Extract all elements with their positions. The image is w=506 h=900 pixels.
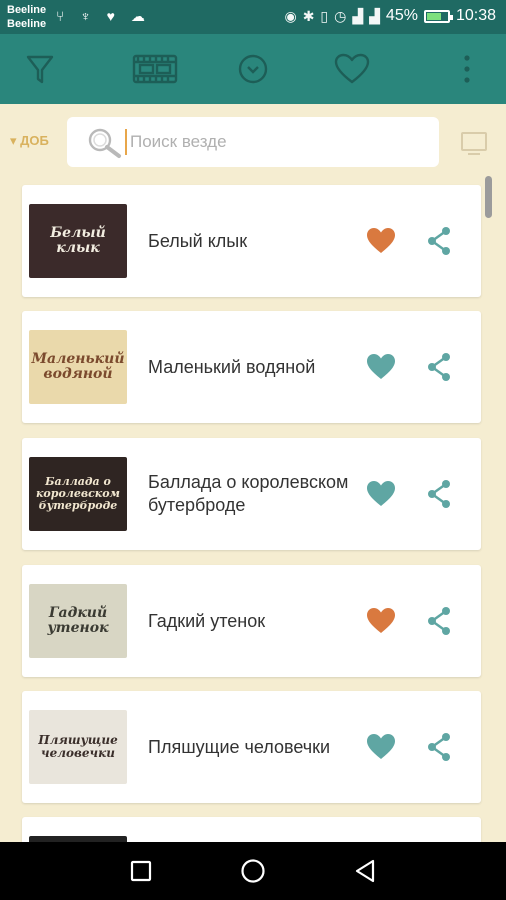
list-item[interactable]: Пляшущие человечки Пляшущие человечки (22, 691, 481, 803)
list-item[interactable]: Гадкий утенок Гадкий утенок (22, 565, 481, 677)
filmstrip-tab[interactable] (120, 34, 190, 104)
home-button[interactable] (213, 842, 293, 900)
back-button[interactable] (325, 842, 405, 900)
clock-time: 10:38 (455, 7, 496, 24)
search-input[interactable] (125, 129, 425, 155)
favorite-heart-icon[interactable] (366, 480, 396, 508)
battery-percent: 45% (385, 7, 418, 24)
cartoon-thumbnail: Баллада о королевском бутерброде (29, 457, 127, 531)
cartoon-title: Пляшущие человечки (148, 736, 331, 757)
carrier-2: Beeline (7, 18, 47, 30)
history-tab[interactable] (218, 34, 288, 104)
cartoon-thumbnail: Гадкий утенок (29, 584, 127, 658)
carrier-1: Beeline (7, 4, 47, 16)
bluetooth-icon: ✱ (302, 7, 315, 24)
cartoon-title: Маленький водяной (148, 356, 316, 377)
carrier-labels: Beeline Beeline (7, 3, 46, 31)
back-triangle-icon (355, 859, 375, 883)
list-item[interactable]: Белый клык Белый клык (22, 185, 481, 297)
filter-icon (26, 55, 54, 84)
share-icon[interactable] (425, 351, 453, 383)
filter-button[interactable] (5, 34, 75, 104)
scrollbar[interactable] (485, 176, 492, 218)
filmstrip-icon (132, 54, 178, 84)
battery-icon (423, 9, 453, 23)
favorites-tab[interactable] (317, 34, 387, 104)
cartoon-thumbnail: Пляшущие человечки (29, 710, 127, 784)
search-row: ▾ ДОБ (0, 104, 506, 180)
share-icon[interactable] (425, 478, 453, 510)
more-vert-icon (464, 55, 470, 83)
status-right: ◉ ✱ ▯ ◷ ▟ ▟ 45% 10:38 (284, 7, 496, 25)
search-box[interactable] (67, 117, 439, 167)
status-bar: Beeline Beeline ⑂ ♆ ♥ ☁ ◉ ✱ ▯ ◷ ▟ ▟ 45% … (0, 0, 506, 34)
favorite-heart-icon[interactable] (366, 353, 396, 381)
alarm-icon: ◷ (334, 7, 347, 24)
share-icon[interactable] (425, 605, 453, 637)
cartoon-title: Баллада о королевском бутерброде (148, 472, 349, 515)
more-button[interactable] (432, 34, 502, 104)
system-nav-bar (0, 842, 506, 900)
toolbar (0, 34, 506, 104)
view-mode-button[interactable] (460, 131, 488, 162)
notification-icons: ⑂ ♆ ♥ ☁ (56, 8, 151, 24)
cartoon-title: Гадкий утенок (148, 610, 266, 631)
list-item[interactable]: Маленький водяной Маленький водяной (22, 311, 481, 423)
clock-icon (238, 54, 268, 84)
heart-icon (334, 53, 370, 84)
sort-dropdown[interactable]: ▾ ДОБ (10, 133, 49, 149)
favorite-heart-icon[interactable] (366, 733, 396, 761)
favorite-heart-icon[interactable] (366, 607, 396, 635)
search-icon (88, 128, 121, 158)
cartoon-thumbnail: Белый клык (29, 204, 127, 278)
recents-button[interactable] (101, 842, 181, 900)
share-icon[interactable] (425, 731, 453, 763)
cartoon-title: Белый клык (148, 230, 248, 251)
signal-icon: ▟ (352, 7, 364, 24)
cartoon-thumbnail: Маленький водяной (29, 330, 127, 404)
list-item[interactable]: Баллада о королевском бутерброде Баллада… (22, 438, 481, 550)
circle-icon (241, 859, 265, 883)
signal-2-icon: ▟ (369, 7, 380, 24)
favorite-heart-icon[interactable] (366, 227, 396, 255)
tv-icon (461, 132, 487, 155)
share-icon[interactable] (425, 225, 453, 257)
vibrate-icon: ▯ (320, 7, 329, 24)
wifi-icon: ◉ (284, 7, 297, 24)
square-icon (130, 860, 152, 882)
